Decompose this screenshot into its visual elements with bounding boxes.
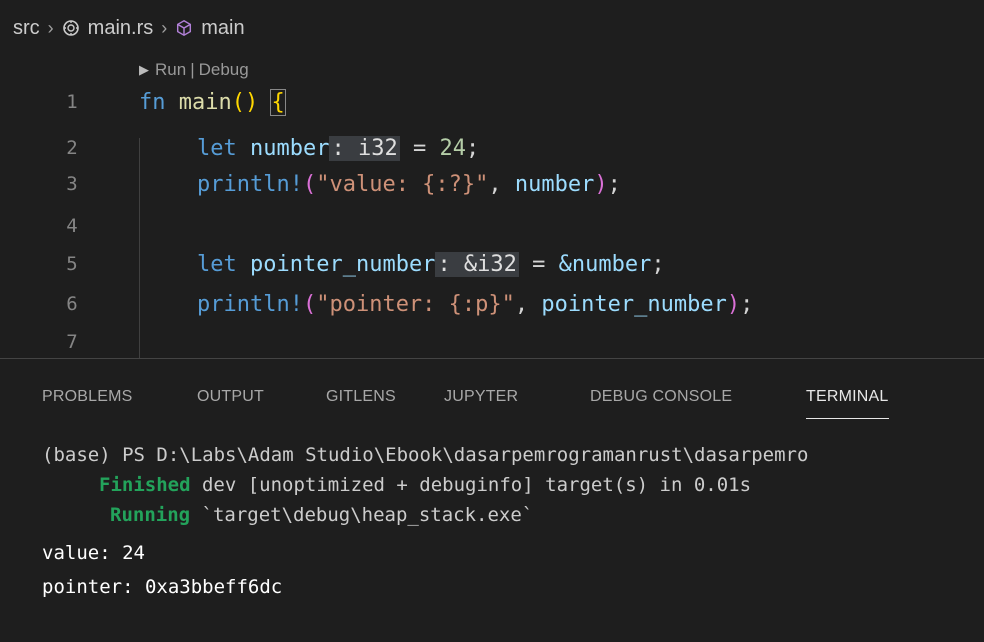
code-text: println!("pointer: {:p}", pointer_number… (197, 291, 754, 317)
code-line[interactable]: 5 let pointer_number: &i32 = &number; (0, 246, 984, 282)
line-number: 2 (66, 137, 78, 159)
code-text: println!("value: {:?}", number); (197, 171, 621, 197)
tab-output[interactable]: OUTPUT (197, 378, 264, 418)
codelens-separator: | (190, 60, 195, 79)
line-number: 3 (66, 173, 78, 195)
panel-divider (0, 358, 984, 359)
breadcrumb-separator: › (47, 17, 54, 38)
code-line[interactable]: 4 (0, 208, 984, 244)
code-text: let number: i32 = 24; (197, 135, 480, 161)
terminal-output-value: value: 24 (42, 542, 145, 564)
code-text: let pointer_number: &i32 = &number; (197, 251, 665, 277)
breadcrumb: src › main.rs › main (13, 10, 245, 46)
cube-symbol-icon (175, 19, 193, 37)
play-triangle-icon: ▶ (139, 62, 149, 77)
line-number: 5 (66, 253, 78, 275)
codelens-run-link[interactable]: Run (155, 60, 186, 80)
panel-tab-bar: PROBLEMS OUTPUT GITLENS JUPYTER DEBUG CO… (0, 378, 984, 419)
line-number: 4 (66, 215, 78, 237)
tab-debug-console[interactable]: DEBUG CONSOLE (590, 378, 732, 418)
terminal-prompt: (base) PS D:\Labs\Adam Studio\Ebook\dasa… (42, 444, 809, 466)
tab-gitlens[interactable]: GITLENS (326, 378, 396, 418)
tab-jupyter[interactable]: JUPYTER (444, 378, 518, 418)
codelens-debug-link[interactable]: Debug (199, 60, 249, 80)
tab-problems[interactable]: PROBLEMS (42, 378, 133, 418)
breadcrumb-separator: › (161, 17, 168, 38)
code-line[interactable]: 3 println!("value: {:?}", number); (0, 166, 984, 202)
code-line[interactable]: 1 fn main() { (0, 84, 984, 120)
code-line[interactable]: 7 (0, 324, 984, 360)
line-number: 6 (66, 293, 78, 315)
terminal-output-pointer: pointer: 0xa3bbeff6dc (42, 576, 283, 598)
tab-terminal[interactable]: TERMINAL (806, 378, 889, 419)
terminal-finished-line: Finished dev [unoptimized + debuginfo] t… (99, 474, 752, 496)
editor[interactable]: src › main.rs › main ▶ Run | Debug 1 fn … (0, 0, 984, 358)
terminal-running-line: Running `target\debug\heap_stack.exe` (110, 504, 534, 526)
line-number: 1 (66, 91, 78, 113)
breadcrumb-symbol[interactable]: main (201, 17, 244, 40)
code-line[interactable]: 6 println!("pointer: {:p}", pointer_numb… (0, 286, 984, 322)
code-line[interactable]: 2 let number: i32 = 24; (0, 130, 984, 166)
line-number: 7 (66, 331, 78, 353)
type-inlay-hint: : i32 (329, 135, 400, 161)
breadcrumb-file[interactable]: main.rs (88, 17, 154, 40)
type-inlay-hint: : &i32 (435, 251, 519, 277)
rust-file-icon (62, 19, 80, 37)
code-text: fn main() { (139, 88, 286, 116)
codelens: ▶ Run | Debug (139, 56, 249, 84)
breadcrumb-folder[interactable]: src (13, 17, 40, 40)
